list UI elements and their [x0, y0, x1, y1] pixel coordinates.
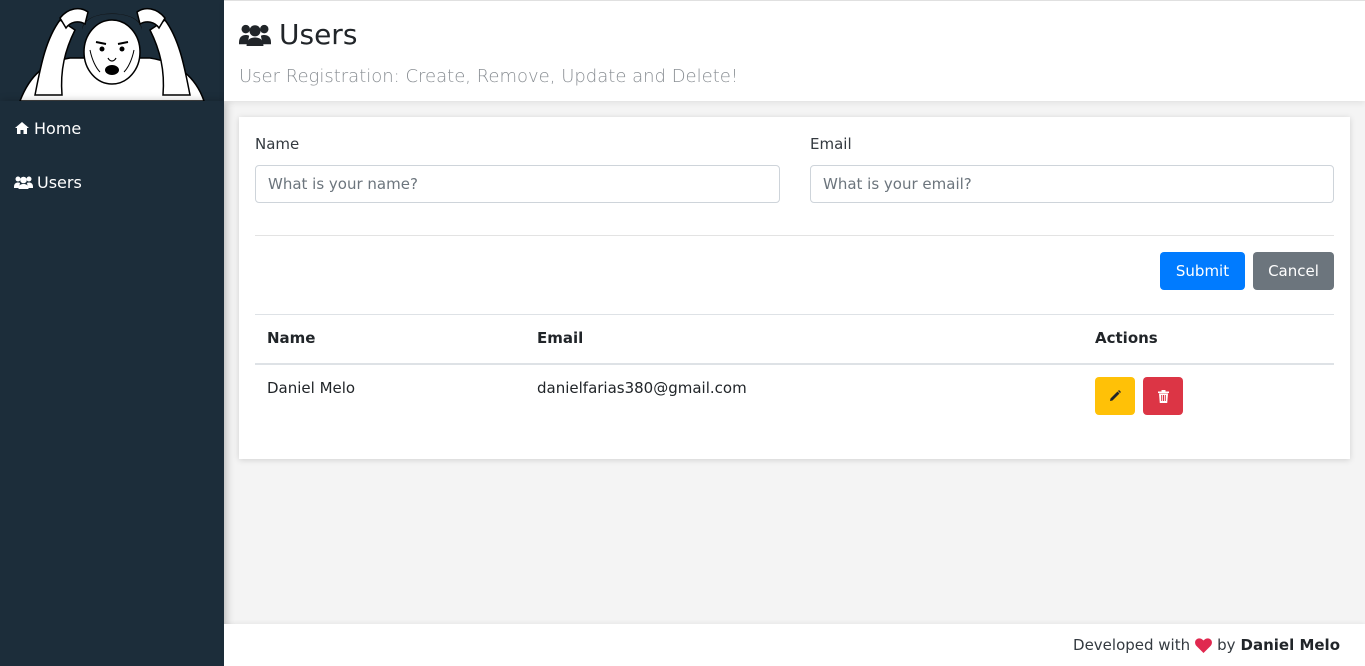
table-header-divider: [255, 363, 1334, 365]
cancel-button[interactable]: Cancel: [1253, 252, 1334, 290]
page-subtitle: User Registration: Create, Remove, Updat…: [239, 66, 739, 87]
form-divider: [255, 235, 1334, 236]
table-top-border: [255, 314, 1334, 315]
sidebar-item-label: Home: [34, 118, 82, 138]
submit-button[interactable]: Submit: [1160, 252, 1245, 290]
delete-button[interactable]: [1143, 377, 1183, 415]
page-title: Users: [239, 18, 1365, 52]
footer-prefix: Developed with: [1073, 636, 1191, 654]
pencil-icon: [1110, 390, 1121, 401]
sidebar: Home Users: [0, 101, 224, 666]
name-input[interactable]: [255, 165, 780, 203]
email-input[interactable]: [810, 165, 1334, 203]
name-label: Name: [255, 135, 300, 153]
sidebar-item-users[interactable]: Users: [0, 155, 224, 209]
edit-button[interactable]: [1095, 377, 1135, 415]
user-form-card: Name Email Submit Cancel Name Email Acti…: [239, 117, 1350, 459]
table-header-email: Email: [537, 329, 584, 347]
email-label: Email: [810, 135, 852, 153]
row-email-cell: danielfarias380@gmail.com: [537, 379, 747, 397]
footer-middle: by: [1217, 636, 1236, 654]
users-icon: [239, 24, 271, 46]
sidebar-item-label: Users: [37, 172, 82, 192]
logo-image: [0, 0, 224, 101]
logo: [0, 0, 224, 101]
footer: Developed with by Daniel Melo: [224, 624, 1365, 666]
row-name-cell: Daniel Melo: [267, 379, 356, 397]
table-header-actions: Actions: [1095, 329, 1158, 347]
table-header-name: Name: [267, 329, 316, 347]
users-icon: [14, 176, 33, 189]
heart-icon: [1195, 637, 1213, 653]
trash-icon: [1157, 389, 1169, 403]
home-icon: [15, 122, 29, 134]
sidebar-item-home[interactable]: Home: [0, 101, 224, 155]
page-header: Users User Registration: Create, Remove,…: [224, 0, 1365, 101]
page-title-text: Users: [279, 18, 358, 51]
footer-author: Daniel Melo: [1240, 636, 1340, 654]
